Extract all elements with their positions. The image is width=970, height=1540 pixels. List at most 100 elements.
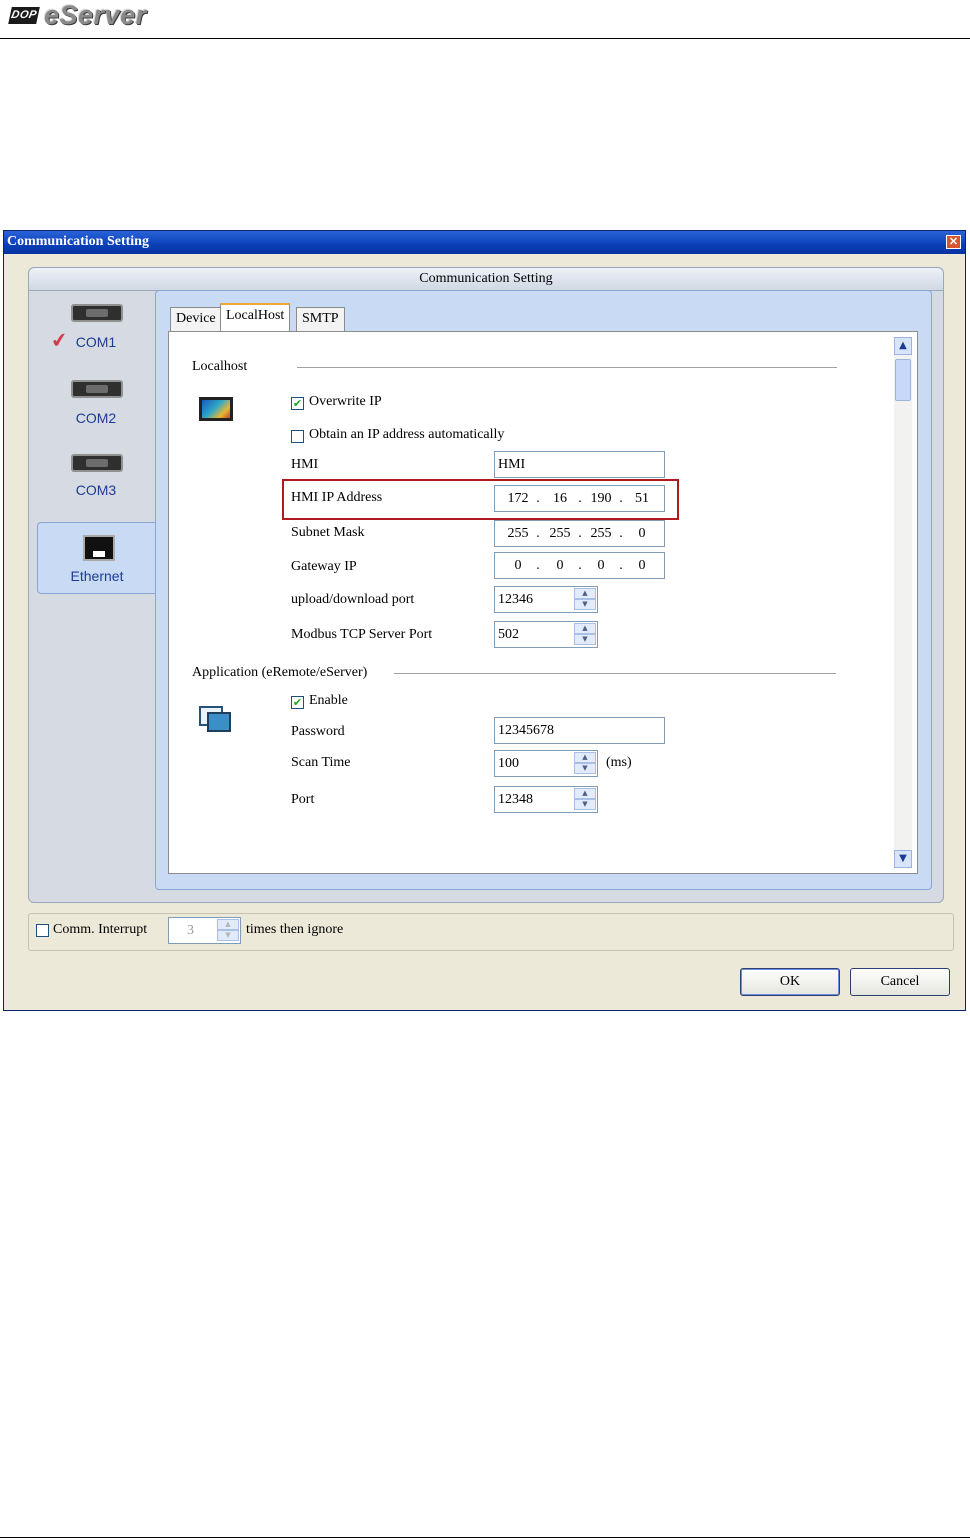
spinner-value: 100 bbox=[498, 756, 519, 771]
tab-smtp[interactable]: SMTP bbox=[296, 307, 345, 331]
enable-checkbox[interactable]: ✔ bbox=[291, 696, 304, 709]
window-titlebar[interactable]: Communication Setting ✕ bbox=[4, 231, 965, 254]
overwrite-ip-label: Overwrite IP bbox=[309, 394, 382, 409]
serial-port-icon bbox=[71, 304, 123, 322]
window-front-shape bbox=[207, 712, 231, 732]
nav-item-ethernet[interactable]: Ethernet bbox=[37, 522, 155, 594]
spinner-value: 12348 bbox=[498, 792, 533, 807]
ip-dot: . bbox=[619, 526, 623, 541]
password-label: Password bbox=[291, 724, 345, 739]
obtain-ip-auto-label: Obtain an IP address automatically bbox=[309, 427, 505, 442]
obtain-ip-auto-checkbox[interactable] bbox=[291, 430, 304, 443]
spin-down-icon[interactable]: ▼ bbox=[574, 634, 596, 645]
gateway-ip-label: Gateway IP bbox=[291, 559, 357, 574]
times-spinner[interactable]: 3 ▲ ▼ bbox=[168, 917, 241, 944]
nav-label-com2: COM2 bbox=[75, 410, 117, 426]
modbus-tcp-port-spinner[interactable]: 502 ▲ ▼ bbox=[494, 621, 598, 648]
nav-item-com3[interactable]: COM3 bbox=[37, 448, 155, 520]
nav-label-ethernet: Ethernet bbox=[70, 568, 124, 584]
scan-time-spinner[interactable]: 100 ▲ ▼ bbox=[494, 750, 598, 777]
spin-down-icon[interactable]: ▼ bbox=[217, 930, 239, 941]
comm-interrupt-label: Comm. Interrupt bbox=[53, 922, 148, 937]
ip-dot: . bbox=[536, 526, 540, 541]
ip-octet-3: 190 bbox=[590, 491, 612, 506]
port-label: Port bbox=[291, 792, 315, 807]
spin-up-icon[interactable]: ▲ bbox=[574, 788, 596, 799]
ip-octet-1: 255 bbox=[507, 526, 529, 541]
dop-logo-badge: DOP bbox=[8, 7, 40, 24]
ip-dot: . bbox=[578, 526, 582, 541]
spin-down-icon[interactable]: ▼ bbox=[574, 763, 596, 774]
serial-port-icon bbox=[71, 454, 123, 472]
subnet-mask-label: Subnet Mask bbox=[291, 525, 365, 540]
spin-up-icon[interactable]: ▲ bbox=[574, 623, 596, 634]
nav-item-com1[interactable]: ✔ COM1 bbox=[37, 298, 155, 370]
ip-octet-1: 0 bbox=[514, 558, 522, 573]
nav-label-com3: COM3 bbox=[75, 482, 117, 498]
vertical-scrollbar[interactable]: ▲ ▼ bbox=[894, 337, 912, 868]
enable-label: Enable bbox=[309, 693, 348, 708]
remote-app-icon bbox=[199, 706, 233, 734]
localhost-group-title: Localhost bbox=[192, 359, 248, 374]
password-input[interactable]: 12345678 bbox=[494, 717, 665, 744]
scroll-up-icon[interactable]: ▲ bbox=[894, 337, 912, 355]
footer-divider bbox=[0, 1537, 970, 1538]
ip-dot: . bbox=[536, 491, 540, 506]
panel-title: Communication Setting bbox=[419, 271, 553, 286]
ip-dot: . bbox=[536, 558, 540, 573]
spinner-buttons: ▲ ▼ bbox=[217, 919, 239, 942]
group-divider bbox=[394, 673, 836, 674]
tab-panel: Device LocalHost SMTP Localhost ✔ Overwr… bbox=[155, 290, 932, 890]
ip-dot: . bbox=[619, 491, 623, 506]
spinner-value: 3 bbox=[187, 923, 194, 938]
upload-download-port-spinner[interactable]: 12346 ▲ ▼ bbox=[494, 586, 598, 613]
settings-panel: Communication Setting ✔ COM1 COM2 COM3 E… bbox=[28, 267, 944, 903]
ip-dot: . bbox=[578, 558, 582, 573]
hmi-name-input[interactable]: HMI bbox=[494, 451, 665, 478]
spin-down-icon[interactable]: ▼ bbox=[574, 799, 596, 810]
spinner-buttons: ▲ ▼ bbox=[574, 788, 596, 811]
times-then-ignore-label: times then ignore bbox=[246, 922, 344, 937]
ip-dot: . bbox=[578, 491, 582, 506]
spinner-buttons: ▲ ▼ bbox=[574, 588, 596, 611]
nav-label-com1: COM1 bbox=[75, 334, 117, 350]
scroll-thumb[interactable] bbox=[895, 359, 911, 401]
ip-octet-3: 255 bbox=[590, 526, 612, 541]
ip-octet-2: 16 bbox=[553, 491, 567, 506]
header-divider bbox=[0, 38, 970, 39]
comm-interrupt-panel: Comm. Interrupt 3 ▲ ▼ times then ignore bbox=[28, 913, 954, 951]
close-button[interactable]: ✕ bbox=[946, 235, 961, 249]
eserver-logo-text: eServer bbox=[44, 0, 147, 30]
communication-setting-window: Communication Setting ✕ Communication Se… bbox=[3, 230, 966, 1011]
spin-down-icon[interactable]: ▼ bbox=[574, 599, 596, 610]
comm-interrupt-checkbox[interactable] bbox=[36, 924, 49, 937]
panel-header: Communication Setting bbox=[29, 268, 943, 291]
tab-localhost[interactable]: LocalHost bbox=[220, 303, 291, 332]
ip-octet-1: 172 bbox=[507, 491, 529, 506]
tab-device[interactable]: Device bbox=[170, 307, 222, 331]
application-group-title: Application (eRemote/eServer) bbox=[192, 665, 368, 680]
serial-port-icon bbox=[71, 380, 123, 398]
scan-time-unit: (ms) bbox=[606, 755, 632, 770]
spin-up-icon[interactable]: ▲ bbox=[217, 919, 239, 930]
nav-item-com2[interactable]: COM2 bbox=[37, 374, 155, 446]
port-spinner[interactable]: 12348 ▲ ▼ bbox=[494, 786, 598, 813]
scroll-down-icon[interactable]: ▼ bbox=[894, 850, 912, 868]
spin-up-icon[interactable]: ▲ bbox=[574, 752, 596, 763]
spin-up-icon[interactable]: ▲ bbox=[574, 588, 596, 599]
hmi-name-label: HMI bbox=[291, 457, 319, 472]
spinner-value: 12346 bbox=[498, 592, 533, 607]
upload-download-port-label: upload/download port bbox=[291, 592, 415, 607]
gateway-ip-input[interactable]: 0 . 0 . 0 . 0 bbox=[494, 552, 665, 579]
subnet-mask-input[interactable]: 255 . 255 . 255 . 0 bbox=[494, 520, 665, 547]
overwrite-ip-checkbox[interactable]: ✔ bbox=[291, 397, 304, 410]
hmi-monitor-icon bbox=[199, 397, 233, 421]
spinner-buttons: ▲ ▼ bbox=[574, 752, 596, 775]
scan-time-label: Scan Time bbox=[291, 755, 351, 770]
ok-button[interactable]: OK bbox=[740, 968, 840, 996]
localhost-tab-page: Localhost ✔ Overwrite IP Obtain an IP ad… bbox=[168, 331, 918, 874]
hmi-ip-input[interactable]: 172 . 16 . 190 . 51 bbox=[494, 485, 665, 512]
cancel-button[interactable]: Cancel bbox=[850, 968, 950, 996]
group-divider bbox=[297, 367, 837, 368]
ip-octet-3: 0 bbox=[597, 558, 605, 573]
